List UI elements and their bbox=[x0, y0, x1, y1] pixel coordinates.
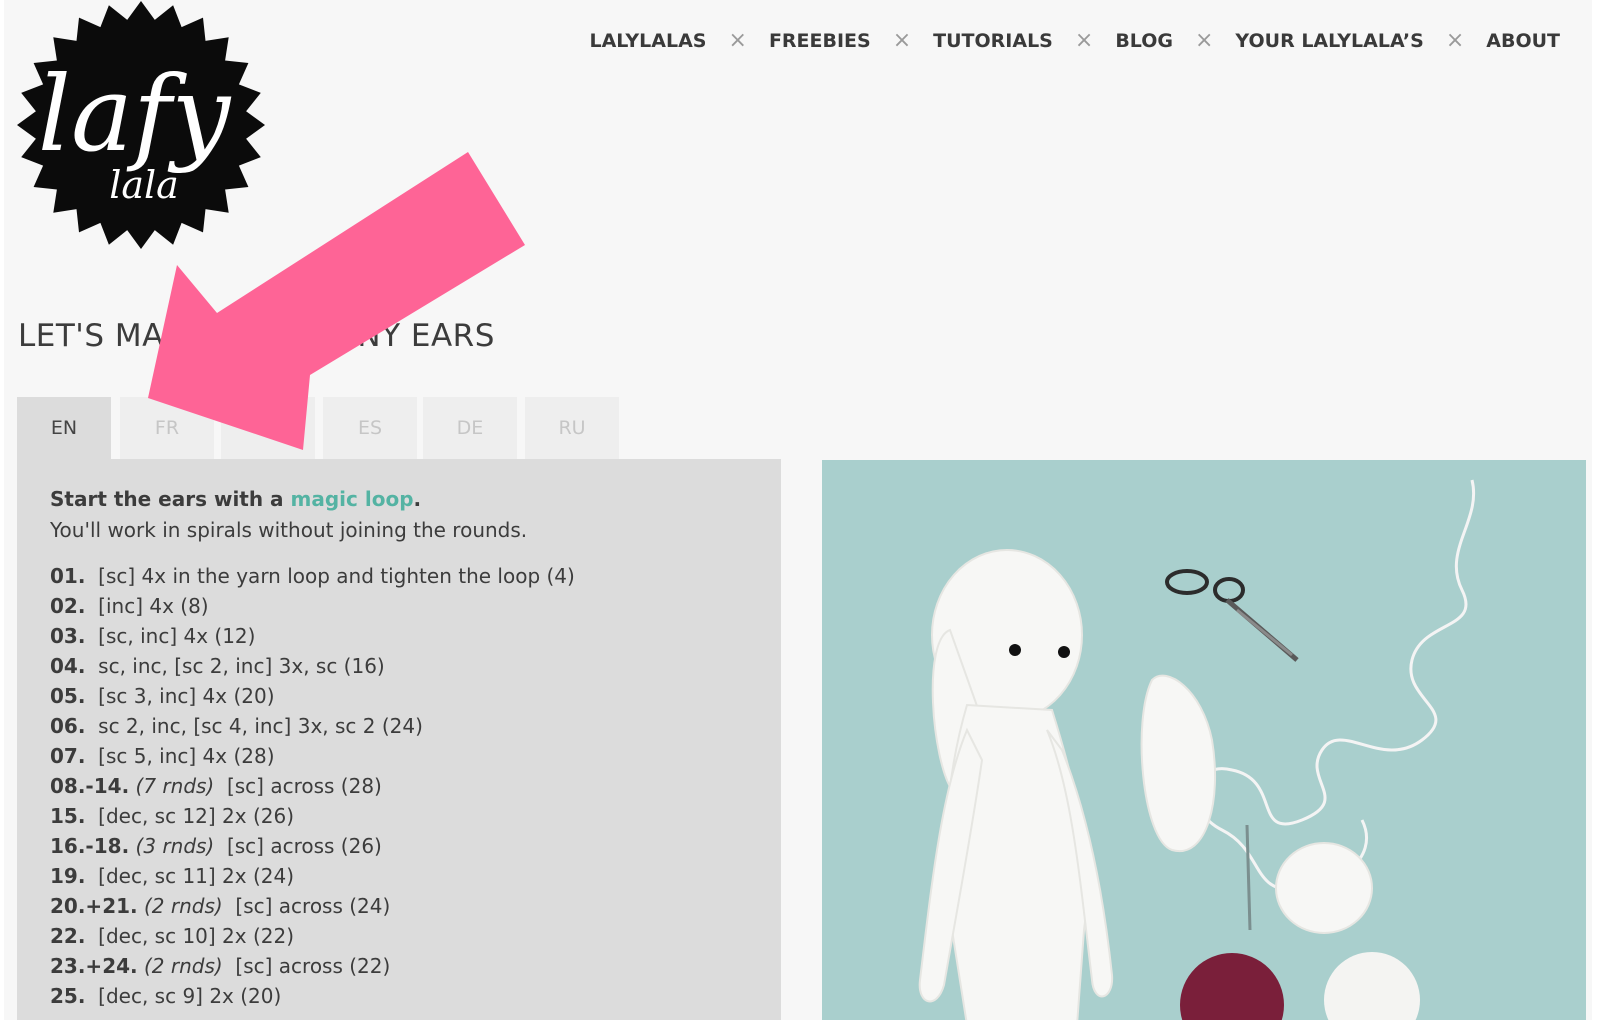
round-note: (2 rnds) bbox=[143, 954, 223, 978]
round-number: 08.-14. bbox=[50, 774, 130, 798]
round-row: 20.+21. (2 rnds) [sc] across (24) bbox=[50, 891, 750, 921]
tab-ru[interactable]: RU bbox=[525, 397, 619, 459]
round-row: 15. [dec, sc 12] 2x (26) bbox=[50, 801, 750, 831]
round-instruction: [sc] across (24) bbox=[235, 894, 391, 918]
round-instruction: [inc] 4x (8) bbox=[98, 594, 209, 618]
nav-item-about[interactable]: ABOUT bbox=[1486, 30, 1560, 52]
round-instruction: [sc] 4x in the yarn loop and tighten the… bbox=[98, 564, 575, 588]
page-title: LET'S MAKE THE BUNNY EARS bbox=[18, 318, 495, 354]
nav-item-tutorials[interactable]: TUTORIALS bbox=[933, 30, 1053, 52]
round-number: 05. bbox=[50, 684, 86, 708]
instructions-intro: Start the ears with a magic loop. You'll… bbox=[50, 484, 750, 546]
instructions-panel: Start the ears with a magic loop. You'll… bbox=[17, 459, 781, 1025]
round-instruction: [sc 3, inc] 4x (20) bbox=[98, 684, 275, 708]
nav-item-blog[interactable]: BLOG bbox=[1115, 30, 1173, 52]
tab-en[interactable]: EN bbox=[17, 397, 111, 459]
round-row: 05. [sc 3, inc] 4x (20) bbox=[50, 681, 750, 711]
round-number: 19. bbox=[50, 864, 86, 888]
main-navigation: LALYLALAS × FREEBIES × TUTORIALS × BLOG … bbox=[580, 23, 1560, 59]
logo-badge: lafy lala bbox=[17, 1, 265, 249]
round-number: 04. bbox=[50, 654, 86, 678]
round-instruction: [dec, sc 11] 2x (24) bbox=[98, 864, 295, 888]
round-row: 01. [sc] 4x in the yarn loop and tighten… bbox=[50, 561, 750, 591]
round-instruction: [sc] across (26) bbox=[226, 834, 382, 858]
round-note: (7 rnds) bbox=[135, 774, 215, 798]
round-row: 03. [sc, inc] 4x (12) bbox=[50, 621, 750, 651]
intro-period: . bbox=[413, 487, 422, 511]
round-note: (2 rnds) bbox=[143, 894, 223, 918]
round-note: (3 rnds) bbox=[135, 834, 215, 858]
tab-nl[interactable]: NL bbox=[221, 397, 315, 459]
round-instruction: [dec, sc 9] 2x (20) bbox=[98, 984, 282, 1008]
round-instruction: sc, inc, [sc 2, inc] 3x, sc (16) bbox=[98, 654, 385, 678]
round-row: 25. [dec, sc 9] 2x (20) bbox=[50, 981, 750, 1011]
round-instruction: [dec, sc 12] 2x (26) bbox=[98, 804, 295, 828]
intro-line-2: You'll work in spirals without joining t… bbox=[50, 518, 528, 542]
nav-item-lalylalas[interactable]: LALYLALAS bbox=[589, 30, 706, 52]
intro-text: Start the ears with a bbox=[50, 487, 291, 511]
round-number: 25. bbox=[50, 984, 86, 1008]
tab-es[interactable]: ES bbox=[323, 397, 417, 459]
rounds-list: 01. [sc] 4x in the yarn loop and tighten… bbox=[50, 561, 750, 1011]
round-number: 20.+21. bbox=[50, 894, 138, 918]
round-number: 15. bbox=[50, 804, 86, 828]
tab-de[interactable]: DE bbox=[423, 397, 517, 459]
bottom-edge bbox=[0, 1020, 1600, 1025]
round-row: 16.-18. (3 rnds) [sc] across (26) bbox=[50, 831, 750, 861]
round-row: 04. sc, inc, [sc 2, inc] 3x, sc (16) bbox=[50, 651, 750, 681]
round-instruction: [sc, inc] 4x (12) bbox=[98, 624, 256, 648]
round-number: 02. bbox=[50, 594, 86, 618]
round-row: 08.-14. (7 rnds) [sc] across (28) bbox=[50, 771, 750, 801]
nav-item-your-lalylalas[interactable]: YOUR LALYLALA’S bbox=[1235, 30, 1423, 52]
nav-separator: × bbox=[1445, 28, 1465, 53]
round-number: 06. bbox=[50, 714, 86, 738]
round-row: 06. sc 2, inc, [sc 4, inc] 3x, sc 2 (24) bbox=[50, 711, 750, 741]
round-row: 07. [sc 5, inc] 4x (28) bbox=[50, 741, 750, 771]
round-number: 16.-18. bbox=[50, 834, 130, 858]
round-instruction: sc 2, inc, [sc 4, inc] 3x, sc 2 (24) bbox=[98, 714, 423, 738]
round-instruction: [sc] across (22) bbox=[235, 954, 391, 978]
round-number: 23.+24. bbox=[50, 954, 138, 978]
round-instruction: [dec, sc 10] 2x (22) bbox=[98, 924, 295, 948]
tab-fr[interactable]: FR bbox=[120, 397, 214, 459]
round-number: 03. bbox=[50, 624, 86, 648]
round-number: 07. bbox=[50, 744, 86, 768]
round-row: 22. [dec, sc 10] 2x (22) bbox=[50, 921, 750, 951]
logo-text-main: lafy bbox=[38, 53, 232, 175]
nav-separator: × bbox=[892, 28, 912, 53]
magic-loop-link[interactable]: magic loop bbox=[291, 487, 414, 511]
nav-item-freebies[interactable]: FREEBIES bbox=[769, 30, 871, 52]
nav-separator: × bbox=[728, 28, 747, 53]
round-row: 19. [dec, sc 11] 2x (24) bbox=[50, 861, 750, 891]
round-instruction: [sc 5, inc] 4x (28) bbox=[98, 744, 275, 768]
nav-separator: × bbox=[1194, 28, 1214, 53]
round-row: 23.+24. (2 rnds) [sc] across (22) bbox=[50, 951, 750, 981]
round-number: 22. bbox=[50, 924, 86, 948]
round-number: 01. bbox=[50, 564, 86, 588]
round-instruction: [sc] across (28) bbox=[226, 774, 382, 798]
bunny-photo bbox=[822, 460, 1586, 1025]
round-row: 02. [inc] 4x (8) bbox=[50, 591, 750, 621]
crochet-bunny-image bbox=[822, 460, 1586, 1025]
nav-separator: × bbox=[1074, 28, 1094, 53]
site-logo[interactable]: lafy lala bbox=[16, 0, 266, 252]
logo-text-sub: lala bbox=[109, 163, 179, 207]
